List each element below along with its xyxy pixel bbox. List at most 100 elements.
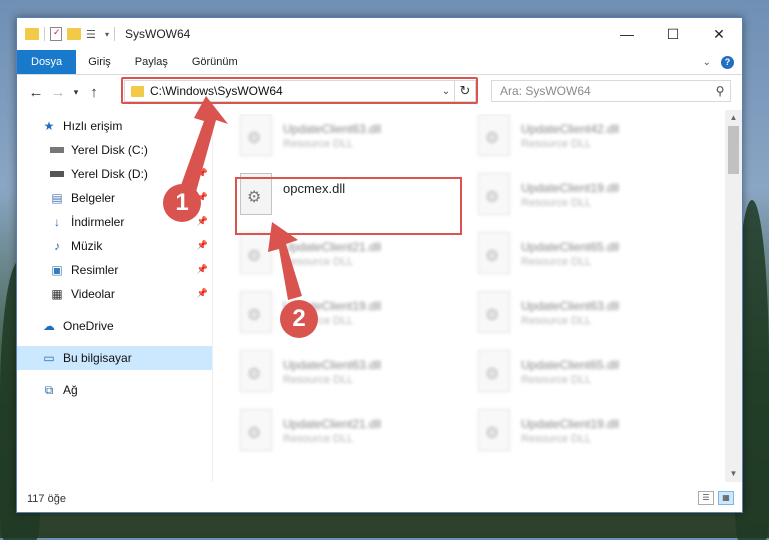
file-description: Resource DLL <box>521 315 592 327</box>
sidebar-item-label: Bu bilgisayar <box>63 351 132 365</box>
computer-icon: ▭ <box>43 351 55 365</box>
sidebar-item-network[interactable]: ⧉ Ağ <box>17 378 212 402</box>
dll-file-icon: ⚙ <box>237 232 273 278</box>
file-description: Resource DLL <box>521 256 592 268</box>
search-box[interactable]: Ara: SysWOW64 ⚲ <box>491 80 731 102</box>
documents-icon: ▤ <box>51 191 63 205</box>
file-item[interactable]: ⚙ UpdateClient19.dll Resource DLL <box>475 409 695 465</box>
file-item[interactable]: ⚙ UpdateClient21.dll Resource DLL <box>237 232 457 288</box>
music-icon: ♪ <box>54 239 60 253</box>
file-item[interactable]: ⚙ UpdateClient21.dll Resource DLL <box>237 409 457 465</box>
tab-dosya[interactable]: Dosya <box>17 50 77 74</box>
status-bar: 117 öğe ☰ ▦ <box>17 486 742 512</box>
pin-icon: 📌 <box>196 168 208 178</box>
search-input[interactable]: Ara: SysWOW64 <box>500 84 710 98</box>
file-name: UpdateClient21.dll <box>283 240 382 254</box>
close-button[interactable]: ✕ <box>696 18 742 50</box>
vertical-scrollbar[interactable]: ▲ ▼ <box>725 110 742 482</box>
file-name: UpdateClient21.dll <box>283 417 382 431</box>
network-icon: ⧉ <box>44 382 54 397</box>
sidebar-item-label: Hızlı erişim <box>63 119 123 133</box>
star-icon: ★ <box>43 119 55 133</box>
sidebar-item-label: Ağ <box>63 383 78 397</box>
file-item[interactable]: ⚙ UpdateClient19.dll Resource DLL <box>475 173 695 229</box>
sidebar-item-label: Belgeler <box>71 191 116 205</box>
file-name: UpdateClient65.dll <box>521 240 620 254</box>
sidebar-item-label: OneDrive <box>63 319 114 333</box>
dll-file-icon: ⚙ <box>475 350 511 396</box>
file-item[interactable]: ⚙ UpdateClient65.dll Resource DLL <box>475 232 695 288</box>
tab-paylas[interactable]: Paylaş <box>123 50 180 74</box>
file-description: Resource DLL <box>521 138 592 150</box>
dll-file-icon: ⚙ <box>475 232 511 278</box>
pin-icon: 📌 <box>196 264 208 274</box>
sidebar-item-quick-access[interactable]: ★ Hızlı erişim <box>17 114 212 138</box>
pin-icon: 📌 <box>196 288 208 298</box>
downloads-icon: ↓ <box>54 215 60 229</box>
maximize-button[interactable]: ☐ <box>650 18 696 50</box>
pin-icon: 📌 <box>196 144 208 154</box>
up-arrow-icon[interactable]: ↑ <box>83 84 105 101</box>
file-item[interactable]: ⚙ UpdateClient63.dll Resource DLL <box>475 291 695 347</box>
window-title: SysWOW64 <box>125 27 191 41</box>
back-arrow-icon[interactable]: ← <box>25 84 47 101</box>
recent-chevron-icon[interactable]: ▾ <box>69 87 83 98</box>
forward-arrow-icon[interactable]: → <box>47 84 69 101</box>
item-count: 117 öğe <box>27 493 66 505</box>
file-description: Resource DLL <box>521 197 592 209</box>
folder-icon <box>25 28 39 40</box>
file-description: Resource DLL <box>521 374 592 386</box>
navigation-bar: ← → ▾ ↑ C:\Windows\SysWOW64 ⌄ ↻ Ara: Sys… <box>17 77 742 107</box>
tab-giris[interactable]: Giriş <box>76 50 123 74</box>
file-name: UpdateClient63.dll <box>521 299 620 313</box>
tab-gorunum[interactable]: Görünüm <box>180 50 250 74</box>
pin-icon: 📌 <box>196 216 208 226</box>
sidebar-item-label: Yerel Disk (C:) <box>71 143 148 157</box>
sidebar-item-label: Videolar <box>71 287 115 301</box>
title-bar: ☰ ▾ SysWOW64 — ☐ ✕ <box>17 18 742 50</box>
chevron-down-icon[interactable]: ▾ <box>105 30 109 39</box>
ribbon-tabs: Dosya Giriş Paylaş Görünüm ⌄ ? <box>17 50 742 75</box>
videos-icon: ▦ <box>51 287 63 301</box>
file-item[interactable]: ⚙ UpdateClient63.dll Resource DLL <box>237 114 457 170</box>
file-name: UpdateClient19.dll <box>521 417 620 431</box>
file-item[interactable]: ⚙ UpdateClient63.dll Resource DLL <box>237 350 457 406</box>
scroll-down-icon[interactable]: ▼ <box>725 466 742 482</box>
customize-icon[interactable]: ☰ <box>86 28 100 41</box>
dll-file-icon: ⚙ <box>237 350 273 396</box>
scroll-up-icon[interactable]: ▲ <box>725 110 742 126</box>
sidebar-item-this-pc[interactable]: ▭ Bu bilgisayar <box>17 346 212 370</box>
sidebar-item-videos[interactable]: ▦ Videolar 📌 <box>17 282 212 306</box>
address-highlight-box <box>121 77 478 104</box>
sidebar-item-label: Yerel Disk (D:) <box>71 167 148 181</box>
properties-icon[interactable] <box>50 27 62 41</box>
dll-file-icon: ⚙ <box>475 114 511 160</box>
new-folder-icon[interactable] <box>67 28 81 40</box>
file-highlight-box <box>235 177 462 235</box>
scrollbar-thumb[interactable] <box>728 126 739 174</box>
navigation-pane: ★ Hızlı erişim Yerel Disk (C:) 📌 Yerel D… <box>17 114 213 482</box>
sidebar-item-local-disk-c[interactable]: Yerel Disk (C:) 📌 <box>17 138 212 162</box>
large-icons-view-icon[interactable]: ▦ <box>718 491 734 505</box>
dll-file-icon: ⚙ <box>237 291 273 337</box>
pin-icon: 📌 <box>196 240 208 250</box>
search-icon[interactable]: ⚲ <box>710 84 730 98</box>
file-item[interactable]: ⚙ UpdateClient19.dll Resource DLL <box>237 291 457 347</box>
cloud-icon: ☁ <box>43 319 55 333</box>
dll-file-icon: ⚙ <box>237 409 273 455</box>
quick-access-toolbar: ☰ ▾ <box>25 27 116 41</box>
file-description: Resource DLL <box>521 433 592 445</box>
drive-icon <box>49 167 65 181</box>
details-view-icon[interactable]: ☰ <box>698 491 714 505</box>
sidebar-item-pictures[interactable]: ▣ Resimler 📌 <box>17 258 212 282</box>
help-icon[interactable]: ? <box>721 55 734 69</box>
sidebar-item-onedrive[interactable]: ☁ OneDrive <box>17 314 212 338</box>
minimize-button[interactable]: — <box>604 18 650 50</box>
file-item[interactable]: ⚙ UpdateClient42.dll Resource DLL <box>475 114 695 170</box>
file-description: Resource DLL <box>283 374 354 386</box>
sidebar-item-local-disk-d[interactable]: Yerel Disk (D:) 📌 <box>17 162 212 186</box>
sidebar-item-music[interactable]: ♪ Müzik 📌 <box>17 234 212 258</box>
ribbon-expand-icon[interactable]: ⌄ <box>703 57 711 68</box>
file-list: ⚙ UpdateClient63.dll Resource DLL ⚙ Updat… <box>237 114 717 482</box>
file-item[interactable]: ⚙ UpdateClient65.dll Resource DLL <box>475 350 695 406</box>
